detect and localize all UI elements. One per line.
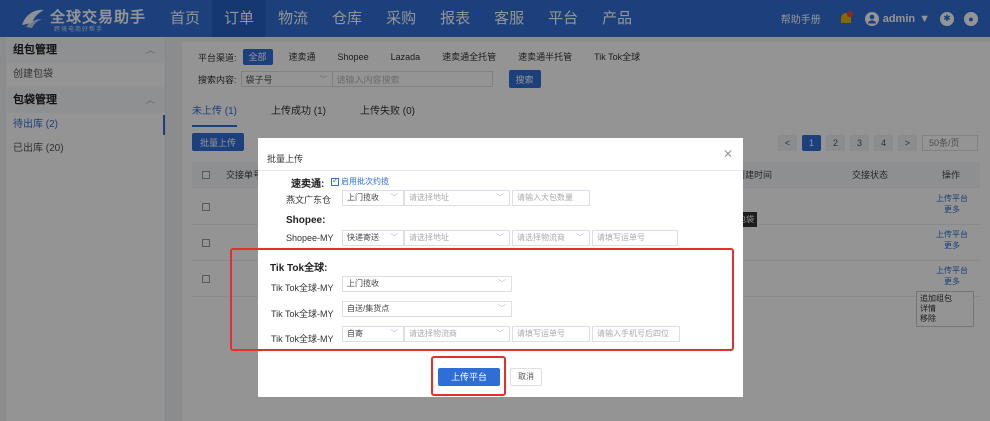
checkbox-icon [331,176,339,186]
aliexpress-section-title: 速卖通: [291,179,325,190]
bag-count-input[interactable]: 请输入大包数量 [512,190,590,206]
chevron-down-icon: ﹀ [496,233,504,242]
chevron-down-icon: ﹀ [390,233,398,242]
shopee-carrier-select[interactable]: 请选择物流商 ﹀ [512,230,590,246]
chevron-down-icon: ﹀ [576,233,584,242]
batch-pickup-label: 启用批次约揽 [341,177,389,186]
aliexpress-pickup-select[interactable]: 上门揽收 ﹀ [342,190,404,206]
dialog-title: 批量上传 [267,154,304,164]
divider [258,170,743,171]
select-value: 快递寄送 [347,233,379,242]
tiktok-highlight-frame [230,248,734,351]
confirm-highlight-frame [431,356,506,396]
shopee-row-label: Shopee-MY [286,233,334,243]
close-icon[interactable]: ✕ [723,147,733,161]
shopee-section-title: Shopee: [286,215,326,226]
select-placeholder: 请选择地址 [409,193,449,202]
shopee-tracking-input[interactable]: 请填写运单号 [592,230,678,246]
aliexpress-row-label: 燕文广东仓 [286,195,332,205]
chevron-down-icon: ﹀ [496,193,504,202]
select-value: 上门揽收 [347,193,379,202]
batch-pickup-checkbox[interactable]: 启用批次约揽 [331,176,389,187]
select-placeholder: 请选择地址 [409,233,449,242]
chevron-down-icon: ﹀ [390,193,398,202]
shopee-address-select[interactable]: 请选择地址 ﹀ [404,230,510,246]
shopee-delivery-select[interactable]: 快递寄送 ﹀ [342,230,404,246]
cancel-button[interactable]: 取消 [510,368,542,386]
aliexpress-address-select[interactable]: 请选择地址 ﹀ [404,190,510,206]
select-placeholder: 请选择物流商 [517,233,565,242]
